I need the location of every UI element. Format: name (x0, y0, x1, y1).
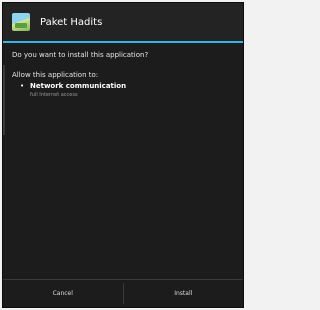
edge-highlight (3, 65, 5, 135)
button-bar: Cancel Install (3, 279, 243, 307)
app-title: Paket Hadits (40, 16, 103, 28)
install-button[interactable]: Install (124, 280, 244, 307)
dialog-content: Do you want to install this application?… (3, 43, 243, 98)
cancel-button[interactable]: Cancel (3, 280, 123, 307)
app-landscape-icon (12, 13, 30, 31)
permission-item: • Network communication full Internet ac… (12, 82, 234, 98)
permission-description: full Internet access (30, 92, 78, 98)
permission-title: Network communication (30, 82, 127, 90)
allow-label: Allow this application to: (12, 71, 99, 79)
install-dialog: Paket Hadits Do you want to install this… (2, 2, 244, 308)
permission-text: Network communication full Internet acce… (30, 82, 126, 98)
bullet-icon: • (20, 82, 25, 90)
install-question: Do you want to install this application? (12, 51, 149, 59)
dialog-header: Paket Hadits (3, 3, 243, 41)
